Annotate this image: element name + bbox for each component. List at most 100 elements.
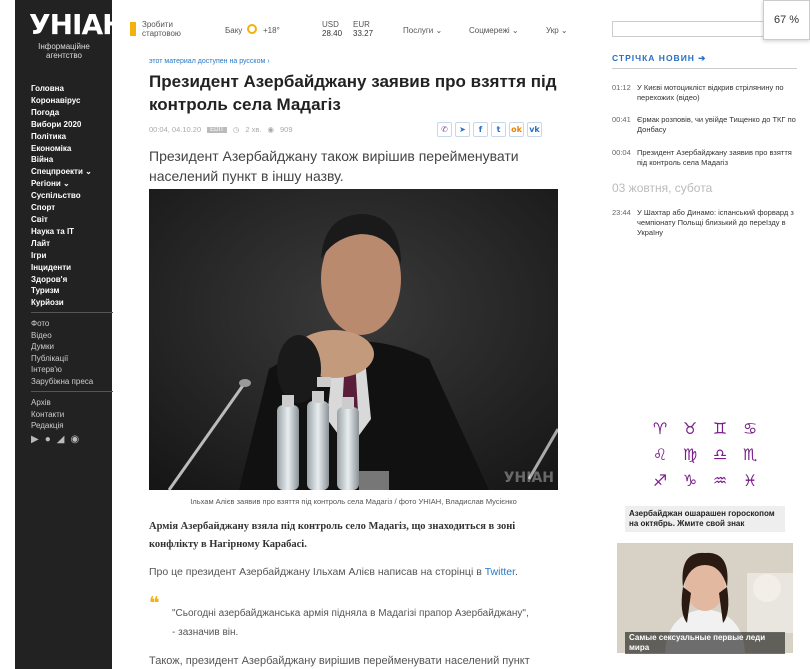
news-text[interactable]: Єрмак розповів, чи увійде Тищенко до ТКГ…	[637, 115, 800, 135]
sun-icon	[247, 24, 257, 34]
nav-item[interactable]: Контакти	[31, 409, 111, 421]
zodiac-sign-icon: ♊	[712, 419, 728, 438]
telegram-icon[interactable]: ➤	[455, 122, 470, 137]
article-paragraph: Про це президент Азербайджану Ільхам Алі…	[149, 563, 559, 581]
nav-item[interactable]: Архів	[31, 397, 111, 409]
apple-icon[interactable]: ●	[45, 434, 51, 445]
nav-item[interactable]: Курйози	[31, 297, 111, 309]
page: УНІАН Інформаційне агентство Головна Кор…	[0, 0, 810, 669]
top-bar: Зробити стартовою Баку +18° USD 28.40 EU…	[112, 0, 582, 52]
zodiac-sign-icon: ♋	[742, 419, 758, 438]
zodiac-sign-icon: ♍	[682, 445, 698, 464]
twitter-link[interactable]: Twitter	[485, 566, 515, 578]
nav-item[interactable]: Регіони ⌄	[31, 178, 111, 190]
news-item[interactable]: 23:44 У Шахтар або Динамо: іспанський фо…	[612, 208, 800, 238]
view-count: 909	[279, 125, 293, 134]
date-heading: 03 жовтня, субота	[612, 181, 713, 195]
nav-item[interactable]: Наука та IT	[31, 226, 111, 238]
nav-item[interactable]: Інтерв'ю	[31, 364, 111, 376]
nav-item[interactable]: Відео	[31, 330, 111, 342]
usd-rate: 28.40	[322, 29, 343, 38]
make-homepage-link[interactable]: Зробити стартовою	[142, 20, 192, 38]
nav-item[interactable]: Фото	[31, 318, 111, 330]
news-text[interactable]: У Шахтар або Динамо: іспанський форвард …	[637, 208, 800, 238]
zodiac-sign-icon: ♌	[652, 445, 668, 464]
zodiac-sign-icon: ♒	[712, 471, 728, 490]
weather-temp: +18°	[263, 26, 280, 35]
nav-item[interactable]: Туризм	[31, 285, 111, 297]
nav-item[interactable]: Редакція	[31, 420, 111, 432]
site-logo[interactable]: УНІАН Інформаційне агентство	[29, 10, 126, 70]
left-sidebar: УНІАН Інформаційне агентство Головна Кор…	[15, 0, 126, 669]
article-quote: "Сьогодні азербайджанська армія підняла …	[172, 608, 529, 638]
nav-item[interactable]: Політика	[31, 131, 111, 143]
rss-icon[interactable]: ◢	[57, 434, 65, 445]
nav-item[interactable]: Війна	[31, 154, 111, 166]
nav-item[interactable]: Спецпроекти ⌄	[31, 166, 111, 178]
zodiac-grid: ♈ ♉ ♊ ♋ ♌ ♍ ♎ ♏ ♐ ♑ ♒ ♓	[625, 415, 785, 499]
horoscope-ad[interactable]: ♈ ♉ ♊ ♋ ♌ ♍ ♎ ♏ ♐ ♑ ♒ ♓	[625, 415, 785, 506]
news-feed-heading[interactable]: СТРІЧКА НОВИН ➔	[612, 53, 706, 64]
nav-item[interactable]: Погода	[31, 107, 111, 119]
language-dropdown[interactable]: Укр ⌄	[546, 26, 568, 35]
play-icon[interactable]: ▶	[31, 434, 39, 445]
nav-item[interactable]: Зарубіжна преса	[31, 376, 111, 388]
nav-item[interactable]: Коронавірус	[31, 95, 111, 107]
divider	[612, 68, 797, 69]
twitter-icon[interactable]: t	[491, 122, 506, 137]
russian-version-link[interactable]: этот материал доступен на русском ›	[149, 58, 270, 65]
read-time: 2 хв.	[245, 125, 262, 134]
nav-item[interactable]: Економіка	[31, 143, 111, 155]
news-item[interactable]: 00:04 Президент Азербайджану заявив про …	[612, 148, 800, 168]
photo-illustration	[149, 189, 558, 490]
news-time: 00:41	[612, 115, 631, 124]
eye-icon: ◉	[267, 125, 274, 134]
zodiac-sign-icon: ♓	[742, 471, 758, 490]
article-paragraph: Також, президент Азербайджану вирішив пе…	[149, 655, 530, 667]
usd-label: USD	[322, 20, 339, 29]
news-item[interactable]: 01:12 У Києві мотоцикліст відкрив стріля…	[612, 83, 800, 103]
quote-icon: ❝	[149, 593, 160, 614]
eur-label: EUR	[353, 20, 370, 29]
news-text[interactable]: У Києві мотоцикліст відкрив стрілянину п…	[637, 83, 800, 103]
eur-rate: 33.27	[353, 29, 374, 38]
nav-item[interactable]: Суспільство	[31, 190, 111, 202]
nav-item[interactable]: Світ	[31, 214, 111, 226]
social-links: ▶ ● ◢ ◉	[31, 434, 79, 445]
social-dropdown[interactable]: Соцмережі ⌄	[469, 26, 519, 35]
nav-item[interactable]: Думки	[31, 341, 111, 353]
nav-item[interactable]: Вибори 2020	[31, 119, 111, 131]
first-ladies-ad-caption[interactable]: Самые сексуальные первые леди мира	[625, 632, 785, 654]
news-item[interactable]: 00:41 Єрмак розповів, чи увійде Тищенко …	[612, 115, 800, 135]
article-photo[interactable]: УНІАН	[149, 189, 558, 490]
horoscope-ad-caption[interactable]: Азербайджан ошарашен гороскопом на октяб…	[625, 506, 785, 532]
nav-item[interactable]: Інциденти	[31, 262, 111, 274]
photo-watermark: УНІАН	[503, 470, 554, 486]
divider	[31, 391, 113, 392]
news-time: 01:12	[612, 83, 631, 92]
facebook-icon[interactable]: f	[473, 122, 488, 137]
chat-icon[interactable]: ◉	[70, 434, 79, 445]
viber-icon[interactable]: ✆	[437, 122, 452, 137]
vk-icon[interactable]: vk	[527, 122, 542, 137]
nav-item[interactable]: Здоров'я	[31, 274, 111, 286]
odnoklassniki-icon[interactable]: ok	[509, 122, 524, 137]
clock-icon: ◷	[232, 125, 240, 134]
zoom-indicator: 67 %	[763, 0, 810, 40]
bookmark-icon[interactable]	[130, 22, 136, 36]
zodiac-sign-icon: ♑	[682, 471, 698, 490]
news-text[interactable]: Президент Азербайджану заявив про взяття…	[637, 148, 800, 168]
nav-item[interactable]: Лайт	[31, 238, 111, 250]
services-dropdown[interactable]: Послуги ⌄	[403, 26, 442, 35]
nav-item[interactable]: Публікації	[31, 353, 111, 365]
news-time: 00:04	[612, 148, 631, 157]
weather-city[interactable]: Баку	[225, 26, 242, 35]
nav-item[interactable]: Головна	[31, 83, 111, 95]
article-meta: 00:04, 04.10.20 EDIT ◷ 2 хв. ◉ 909	[149, 125, 293, 134]
nav-item[interactable]: Спорт	[31, 202, 111, 214]
edit-badge: EDIT	[207, 126, 227, 133]
article-lead: Президент Азербайджану також вирішив пер…	[149, 148, 519, 184]
paragraph-text: .	[515, 566, 518, 578]
nav-item[interactable]: Ігри	[31, 250, 111, 262]
article-title: Президент Азербайджану заявив про взяття…	[149, 72, 557, 114]
